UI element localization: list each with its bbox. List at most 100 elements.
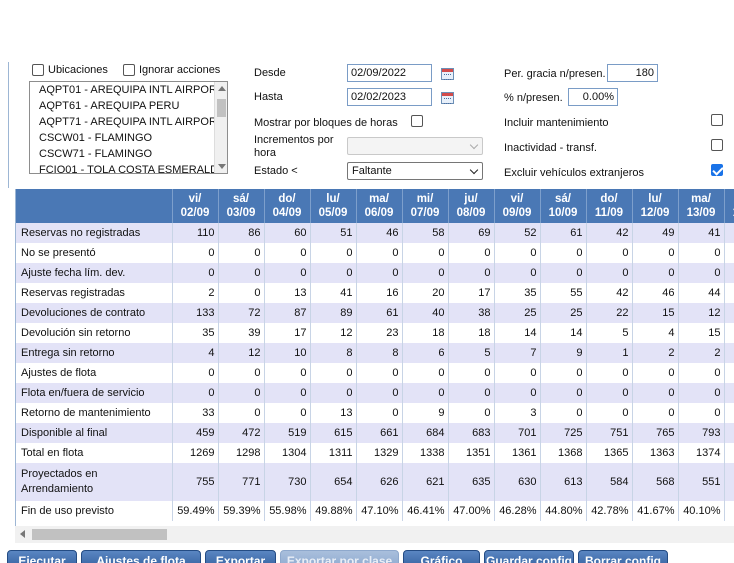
table-cell[interactable]: 472 xyxy=(218,423,265,443)
date-column-header[interactable]: vi/09/09 xyxy=(494,189,541,223)
table-cell[interactable]: 0 xyxy=(632,243,679,263)
table-cell[interactable]: 86 xyxy=(218,223,265,243)
table-cell[interactable]: 1365 xyxy=(586,443,633,463)
table-cell[interactable]: 133 xyxy=(172,303,219,323)
table-cell[interactable]: 5 xyxy=(448,343,495,363)
location-item[interactable]: AQPT71 - AREQUIPA INTL AIRPORT xyxy=(30,114,227,130)
borrar-config-button[interactable]: Borrar config xyxy=(578,550,668,563)
table-cell[interactable]: 51 xyxy=(310,223,357,243)
table-cell[interactable]: 13 xyxy=(264,283,311,303)
table-cell[interactable]: 2 xyxy=(632,343,679,363)
table-cell[interactable]: 14 xyxy=(540,323,587,343)
pct-nopresen-input[interactable]: 0.00% xyxy=(568,88,618,106)
table-cell[interactable]: 0 xyxy=(540,363,587,383)
table-cell[interactable]: 4 xyxy=(724,283,734,303)
table-cell[interactable]: 0 xyxy=(356,243,403,263)
table-cell[interactable]: 0 xyxy=(172,263,219,283)
table-cell[interactable]: 15 xyxy=(678,323,725,343)
table-cell[interactable]: 1351 xyxy=(448,443,495,463)
table-horizontal-scrollbar[interactable] xyxy=(15,526,734,543)
table-cell[interactable]: 0 xyxy=(264,263,311,283)
table-cell[interactable]: 13 xyxy=(310,403,357,423)
table-cell[interactable]: 0 xyxy=(678,403,725,423)
date-column-header[interactable]: lu/12/09 xyxy=(632,189,679,223)
table-cell[interactable]: 42.78% xyxy=(586,501,633,521)
table-cell[interactable]: 0 xyxy=(172,243,219,263)
table-cell[interactable]: 0 xyxy=(218,283,265,303)
table-cell[interactable]: 0 xyxy=(448,403,495,423)
table-cell[interactable]: 0 xyxy=(632,403,679,423)
table-cell[interactable]: 39 xyxy=(218,323,265,343)
table-cell[interactable]: 683 xyxy=(448,423,495,443)
table-cell[interactable]: 613 xyxy=(540,463,587,501)
location-item[interactable]: FCIO01 - TOLA COSTA ESMERALDA xyxy=(30,162,227,173)
table-cell[interactable]: 0 xyxy=(402,263,449,283)
table-cell[interactable]: 0 xyxy=(494,243,541,263)
table-cell[interactable]: 46 xyxy=(632,283,679,303)
inactividad-checkbox[interactable] xyxy=(711,139,723,151)
table-cell[interactable]: 551 xyxy=(678,463,725,501)
table-cell[interactable]: 1 xyxy=(724,443,734,463)
hasta-calendar-icon[interactable] xyxy=(441,92,454,104)
table-cell[interactable]: 46.28% xyxy=(494,501,541,521)
table-cell[interactable]: 4 xyxy=(724,223,734,243)
table-cell[interactable]: 61 xyxy=(540,223,587,243)
table-cell[interactable]: 0 xyxy=(586,263,633,283)
table-cell[interactable]: 8 xyxy=(724,423,734,443)
table-cell[interactable]: 0 xyxy=(172,383,219,403)
table-cell[interactable]: 6 xyxy=(402,343,449,363)
desde-calendar-icon[interactable] xyxy=(441,68,454,80)
table-cell[interactable]: 7 xyxy=(494,343,541,363)
table-cell[interactable]: 584 xyxy=(586,463,633,501)
table-cell[interactable]: 69 xyxy=(448,223,495,243)
scroll-thumb[interactable] xyxy=(32,529,167,540)
table-cell[interactable]: 49.88% xyxy=(310,501,357,521)
table-cell[interactable]: 701 xyxy=(494,423,541,443)
table-cell[interactable]: 1338 xyxy=(402,443,449,463)
date-column-header[interactable]: ma/13/09 xyxy=(678,189,725,223)
ignorar-acciones-checkbox[interactable] xyxy=(122,64,135,77)
table-cell[interactable]: 568 xyxy=(632,463,679,501)
table-cell[interactable]: 0 xyxy=(632,383,679,403)
table-cell[interactable]: 47.00% xyxy=(448,501,495,521)
table-cell[interactable]: 22 xyxy=(586,303,633,323)
table-cell[interactable]: 630 xyxy=(494,463,541,501)
table-cell[interactable]: 52 xyxy=(494,223,541,243)
exportar-button[interactable]: Exportar xyxy=(205,550,276,563)
guardar-config-button[interactable]: Guardar config xyxy=(484,550,574,563)
table-cell[interactable]: 59.39% xyxy=(218,501,265,521)
table-cell[interactable]: 40 xyxy=(402,303,449,323)
location-item[interactable]: AQPT01 - AREQUIPA INTL AIRPORT xyxy=(30,82,227,98)
table-cell[interactable]: 725 xyxy=(540,423,587,443)
table-cell[interactable]: 42 xyxy=(586,283,633,303)
table-cell[interactable]: 87 xyxy=(264,303,311,323)
table-cell[interactable]: 459 xyxy=(172,423,219,443)
table-cell[interactable]: 0 xyxy=(448,243,495,263)
table-cell[interactable]: 0 xyxy=(586,363,633,383)
table-cell[interactable]: 58 xyxy=(402,223,449,243)
table-cell[interactable]: 2 xyxy=(172,283,219,303)
table-cell[interactable]: 755 xyxy=(172,463,219,501)
table-cell[interactable]: 0 xyxy=(218,263,265,283)
table-cell[interactable]: 0 xyxy=(402,383,449,403)
table-cell[interactable]: 0 xyxy=(264,383,311,403)
incrementos-select[interactable] xyxy=(347,137,483,155)
table-cell[interactable]: 5 xyxy=(586,323,633,343)
table-cell[interactable]: 1 xyxy=(724,323,734,343)
table-cell[interactable]: 41 xyxy=(310,283,357,303)
date-column-header[interactable]: sá/03/09 xyxy=(218,189,265,223)
table-cell[interactable]: 5 xyxy=(724,463,734,501)
table-cell[interactable]: 14 xyxy=(494,323,541,343)
table-cell[interactable]: 20 xyxy=(402,283,449,303)
excluir-extranjeros-checkbox[interactable] xyxy=(711,164,723,176)
table-cell[interactable]: 59.49% xyxy=(172,501,219,521)
table-cell[interactable]: 0 xyxy=(724,243,734,263)
table-cell[interactable]: 0 xyxy=(540,383,587,403)
table-cell[interactable]: 17 xyxy=(264,323,311,343)
table-cell[interactable]: 25 xyxy=(494,303,541,323)
table-cell[interactable]: 38 xyxy=(448,303,495,323)
table-cell[interactable]: 12 xyxy=(218,343,265,363)
table-cell[interactable]: 0 xyxy=(540,403,587,423)
gracia-input[interactable]: 180 xyxy=(607,64,658,82)
table-cell[interactable]: 0 xyxy=(724,363,734,383)
